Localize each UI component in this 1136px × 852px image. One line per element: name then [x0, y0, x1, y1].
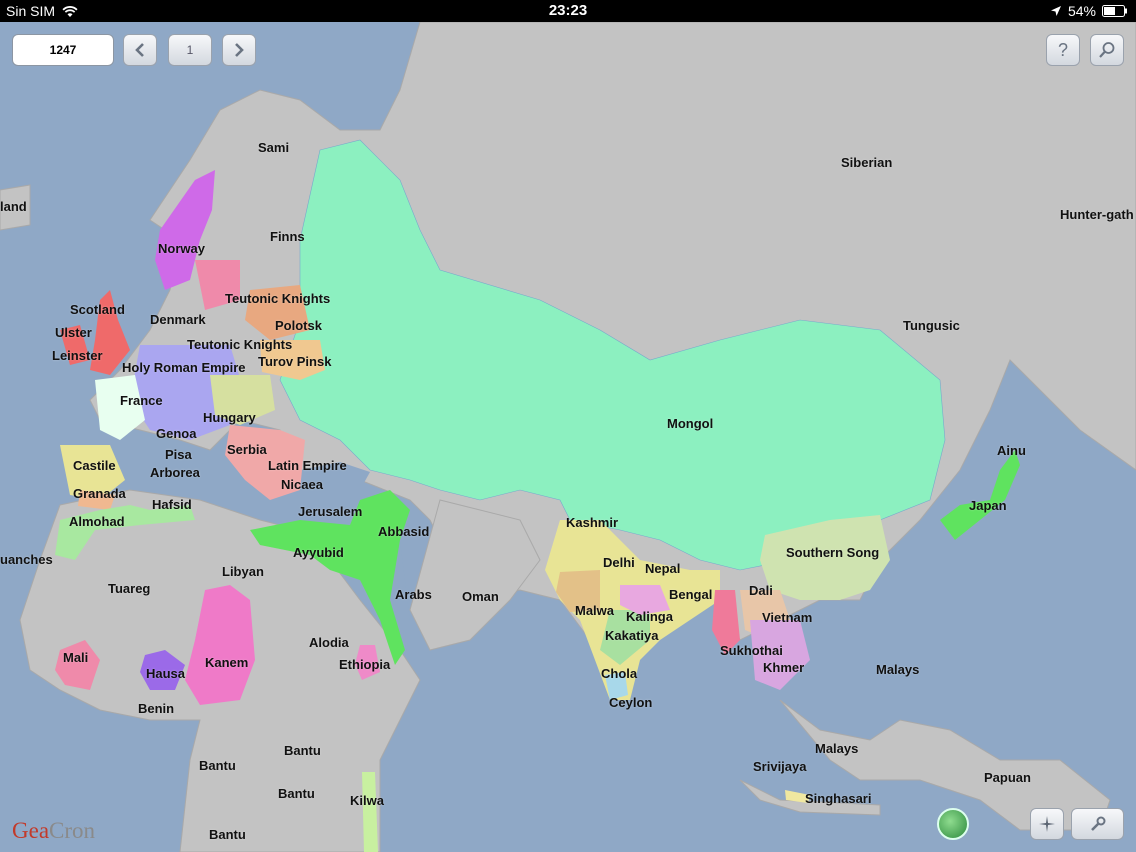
- region-label[interactable]: Ethiopia: [339, 657, 390, 672]
- question-icon: ?: [1057, 39, 1068, 60]
- region-label[interactable]: Ayyubid: [293, 545, 344, 560]
- region-label[interactable]: Tuareg: [108, 581, 150, 596]
- region-label[interactable]: Norway: [158, 241, 205, 256]
- chevron-right-icon: [235, 43, 244, 57]
- region-label[interactable]: Granada: [73, 486, 126, 501]
- region-label[interactable]: Polotsk: [275, 318, 322, 333]
- search-icon: [1099, 42, 1115, 58]
- region-label[interactable]: Ceylon: [609, 695, 652, 710]
- region-label[interactable]: Teutonic Knights: [225, 291, 330, 306]
- region-label[interactable]: Abbasid: [378, 524, 429, 539]
- region-label[interactable]: Hungary: [203, 410, 256, 425]
- region-label[interactable]: Libyan: [222, 564, 264, 579]
- crosshair-icon: [1039, 816, 1055, 832]
- region-label[interactable]: Holy Roman Empire: [122, 360, 246, 375]
- region-label[interactable]: Sukhothai: [720, 643, 783, 658]
- region-label[interactable]: Genoa: [156, 426, 196, 441]
- region-label[interactable]: Papuan: [984, 770, 1031, 785]
- region-label[interactable]: Leinster: [52, 348, 103, 363]
- year-field[interactable]: 1247: [12, 34, 114, 66]
- region-label[interactable]: Malays: [876, 662, 919, 677]
- region-label[interactable]: Bengal: [669, 587, 712, 602]
- region-label[interactable]: Finns: [270, 229, 305, 244]
- region-label[interactable]: France: [120, 393, 163, 408]
- region-label[interactable]: Kalinga: [626, 609, 673, 624]
- region-label[interactable]: Kakatiya: [605, 628, 658, 643]
- region-label[interactable]: Siberian: [841, 155, 892, 170]
- globe-icon[interactable]: [937, 808, 969, 840]
- region-label[interactable]: Arabs: [395, 587, 432, 602]
- prev-button[interactable]: [123, 34, 157, 66]
- region-label[interactable]: Turov Pinsk: [258, 354, 331, 369]
- region-label[interactable]: Vietnam: [762, 610, 812, 625]
- wrench-icon: [1090, 816, 1105, 831]
- logo-part-2: Cron: [49, 818, 96, 843]
- status-bar: Sin SIM 23:23 54%: [0, 0, 1136, 22]
- app-window: Sin SIM 23:23 54% Sami Siberian Hunter-g…: [0, 0, 1136, 852]
- region-label[interactable]: Bantu: [278, 786, 315, 801]
- region-label[interactable]: Jerusalem: [298, 504, 362, 519]
- region-label[interactable]: Arborea: [150, 465, 200, 480]
- region-label[interactable]: Castile: [73, 458, 116, 473]
- region-label[interactable]: Dali: [749, 583, 773, 598]
- region-label[interactable]: Bantu: [199, 758, 236, 773]
- region-label[interactable]: Malays: [815, 741, 858, 756]
- region-label[interactable]: Tungusic: [903, 318, 960, 333]
- region-label[interactable]: land: [0, 199, 27, 214]
- help-button[interactable]: ?: [1046, 34, 1080, 66]
- region-label[interactable]: Sami: [258, 140, 289, 155]
- region-label[interactable]: Delhi: [603, 555, 635, 570]
- region-label[interactable]: Hausa: [146, 666, 185, 681]
- region-label[interactable]: Ulster: [55, 325, 92, 340]
- search-button[interactable]: [1090, 34, 1124, 66]
- region-label[interactable]: Teutonic Knights: [187, 337, 292, 352]
- region-label[interactable]: Southern Song: [786, 545, 879, 560]
- region-label[interactable]: Nicaea: [281, 477, 323, 492]
- next-button[interactable]: [222, 34, 256, 66]
- battery-percent: 54%: [1067, 3, 1096, 19]
- region-label[interactable]: Scotland: [70, 302, 125, 317]
- status-right: 54%: [1050, 3, 1128, 19]
- region-label[interactable]: Denmark: [150, 312, 206, 327]
- region-label[interactable]: Bantu: [284, 743, 321, 758]
- region-label[interactable]: Hunter-gath: [1060, 207, 1134, 222]
- region-label[interactable]: Mongol: [667, 416, 713, 431]
- region-label[interactable]: Kilwa: [350, 793, 384, 808]
- region-label[interactable]: Srivijaya: [753, 759, 807, 774]
- region-label[interactable]: Malwa: [575, 603, 614, 618]
- region-label[interactable]: Japan: [969, 498, 1007, 513]
- chevron-left-icon: [135, 43, 144, 57]
- region-label[interactable]: Khmer: [763, 660, 804, 675]
- region-label[interactable]: Hafsid: [152, 497, 192, 512]
- region-label[interactable]: Latin Empire: [268, 458, 347, 473]
- battery-icon: [1102, 5, 1127, 17]
- region-label[interactable]: Ainu: [997, 443, 1026, 458]
- geacron-logo: GeaCron: [12, 818, 95, 844]
- region-label[interactable]: Benin: [138, 701, 174, 716]
- clock: 23:23: [548, 2, 588, 19]
- region-label[interactable]: Nepal: [645, 561, 680, 576]
- locate-button[interactable]: [1030, 808, 1064, 840]
- region-label[interactable]: Kashmir: [566, 515, 618, 530]
- region-label[interactable]: Kanem: [205, 655, 248, 670]
- region-label[interactable]: Almohad: [69, 514, 125, 529]
- region-label[interactable]: Mali: [63, 650, 88, 665]
- logo-part-1: Gea: [12, 818, 50, 843]
- region-label[interactable]: Singhasari: [805, 791, 871, 806]
- region-label[interactable]: Pisa: [165, 447, 192, 462]
- region-label[interactable]: Alodia: [309, 635, 349, 650]
- region-label[interactable]: Oman: [462, 589, 499, 604]
- region-label[interactable]: Chola: [601, 666, 637, 681]
- region-label[interactable]: Bantu: [209, 827, 246, 842]
- settings-button[interactable]: [1071, 808, 1124, 840]
- region-label[interactable]: Serbia: [227, 442, 267, 457]
- location-arrow-icon: [1050, 6, 1061, 16]
- region-label[interactable]: uanches: [0, 552, 53, 567]
- page-number-button[interactable]: 1: [168, 34, 212, 66]
